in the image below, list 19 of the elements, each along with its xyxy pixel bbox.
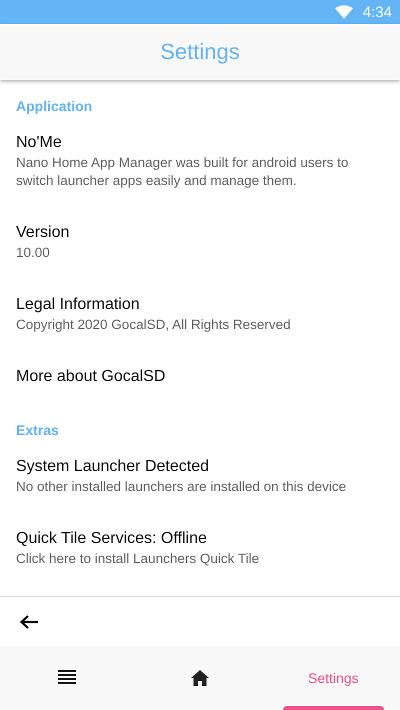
wifi-icon [334, 5, 353, 19]
setting-summary: 10.00 [16, 244, 51, 262]
setting-summary: Copyright 2020 GocalSD, All Rights Reserved [16, 316, 292, 334]
setting-title[interactable]: More about GocalSD [16, 366, 384, 388]
setting-summary: No other installed launchers are installed on this device [16, 478, 348, 496]
setting-title[interactable]: Legal Information [16, 294, 384, 316]
setting-summary: Nano Home App Manager was built for android users to switch launcher apps easily and manage them. [16, 154, 350, 190]
section-header: Extras [15, 421, 60, 440]
menu-icon[interactable] [58, 670, 76, 686]
setting-title[interactable]: No'Me [16, 132, 384, 154]
home-icon[interactable] [190, 670, 209, 686]
setting-title[interactable]: Version [16, 222, 384, 244]
setting-title[interactable]: System Launcher Detected [16, 456, 384, 478]
back-arrow-icon[interactable] [19, 614, 39, 630]
setting-title[interactable]: Quick Tile Services: Offline [16, 528, 384, 550]
screen-title: Settings [160, 39, 240, 65]
setting-summary: Click here to install Launchers Quick Tile [16, 550, 260, 568]
section-header: Application [15, 97, 94, 116]
status-time: 4:34 [362, 4, 392, 20]
